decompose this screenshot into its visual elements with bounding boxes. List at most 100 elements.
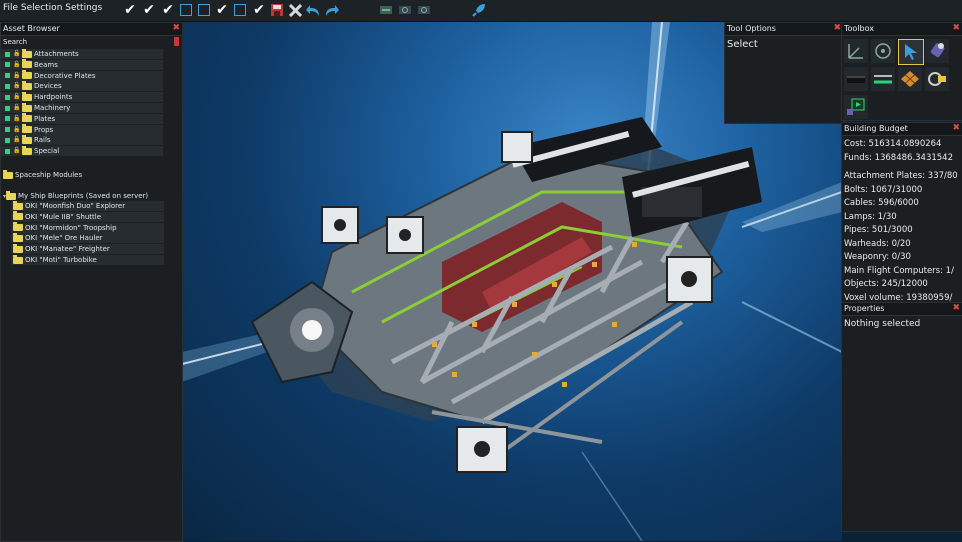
budget-line: Weaponry: 0/30 xyxy=(844,252,911,262)
lock-icon[interactable]: 🔓 xyxy=(13,61,20,68)
category-item[interactable]: 🔓 Special xyxy=(1,145,163,157)
empty-checkbox-icon[interactable] xyxy=(197,3,211,17)
category-item[interactable]: 🔓 Hardpoints xyxy=(1,91,163,103)
blueprint-item[interactable]: OKI "Manatee" Freighter xyxy=(11,243,164,255)
category-label: Beams xyxy=(34,60,58,69)
redo-icon[interactable] xyxy=(325,3,339,17)
blueprints-folder[interactable]: ▾ My Ship Blueprints (Saved on server) xyxy=(1,190,148,201)
blueprint-item[interactable]: OKI "Mormidon" Troopship xyxy=(11,222,164,233)
check-icon[interactable]: ✔ xyxy=(142,3,156,17)
delete-icon[interactable] xyxy=(288,3,302,17)
blueprint-item[interactable]: OKI "Mele" Ore Hauler xyxy=(11,232,164,244)
close-icon[interactable]: ✖ xyxy=(952,123,960,133)
launch-rocket-icon[interactable] xyxy=(472,3,486,17)
toolbox-panel: Toolbox ✖ xyxy=(841,22,962,121)
check-icon[interactable]: ✔ xyxy=(215,3,229,17)
undo-icon[interactable] xyxy=(306,3,320,17)
tool-options-value: Select xyxy=(727,39,758,50)
lock-icon[interactable]: 🔓 xyxy=(13,72,20,79)
budget-funds: Funds: 1368486.3431542 xyxy=(844,152,954,163)
budget-line: Cables: 596/6000 xyxy=(844,198,919,208)
visibility-toggle-icon[interactable] xyxy=(5,137,10,143)
close-icon[interactable]: ✖ xyxy=(833,23,841,33)
category-label: Plates xyxy=(34,114,56,123)
visibility-toggle-icon[interactable] xyxy=(5,51,10,57)
category-item[interactable]: 🔓 Plates xyxy=(1,113,163,124)
category-item[interactable]: 🔓 Rails xyxy=(1,134,163,146)
visibility-toggle-icon[interactable] xyxy=(5,105,10,111)
simulate-tool-icon[interactable] xyxy=(844,95,868,119)
empty-checkbox-icon[interactable] xyxy=(179,3,193,17)
search-field[interactable]: Search xyxy=(1,36,182,47)
category-label: Decorative Plates xyxy=(34,71,96,80)
folder-icon xyxy=(13,222,23,232)
search-scroll-indicator xyxy=(174,37,179,46)
visibility-toggle-icon[interactable] xyxy=(5,94,10,100)
select-tool-icon[interactable] xyxy=(898,39,924,65)
category-item[interactable]: 🔓 Decorative Plates xyxy=(1,70,163,81)
visibility-toggle-icon[interactable] xyxy=(5,127,10,133)
folder-icon xyxy=(22,80,32,90)
visibility-toggle-icon[interactable] xyxy=(5,116,10,122)
panel-title: Toolbox xyxy=(844,24,874,33)
grid-tool-icon[interactable] xyxy=(898,67,922,91)
category-item[interactable]: 🔓 Devices xyxy=(1,80,163,92)
blueprint-label: OKI "Mormidon" Troopship xyxy=(25,223,117,232)
lock-icon[interactable]: 🔓 xyxy=(13,94,20,100)
lock-icon[interactable]: 🔓 xyxy=(13,126,20,133)
folder-open-icon xyxy=(6,190,17,200)
visibility-toggle-icon[interactable] xyxy=(5,148,10,154)
spaceship-modules-folder[interactable]: Spaceship Modules xyxy=(1,169,82,180)
lock-icon[interactable]: 🔓 xyxy=(13,105,20,111)
paint-tool-icon[interactable] xyxy=(925,39,949,63)
lock-icon[interactable]: 🔓 xyxy=(13,51,20,57)
tool-options-panel: Tool Options ✖ Select xyxy=(724,22,844,124)
folder-icon xyxy=(22,70,32,80)
lock-icon[interactable]: 🔓 xyxy=(13,83,20,89)
budget-line: Lamps: 1/30 xyxy=(844,211,897,222)
save-icon[interactable] xyxy=(270,3,284,17)
visibility-toggle-icon[interactable] xyxy=(5,73,10,79)
folder-icon xyxy=(13,243,23,253)
building-budget-title: Building Budget ✖ xyxy=(842,123,962,136)
folder-icon xyxy=(22,134,32,144)
asset-browser-panel: Asset Browser ✖ Search 🔓 Attachments 🔓 Beam… xyxy=(0,22,183,542)
visibility-toggle-icon[interactable] xyxy=(5,83,10,89)
axes-tool-icon[interactable] xyxy=(844,39,868,63)
view-mode-2-icon[interactable] xyxy=(398,3,412,17)
check-icon[interactable]: ✔ xyxy=(123,3,137,17)
blueprint-item[interactable]: OKI "Mule IIB" Shuttle xyxy=(11,211,164,222)
check-icon[interactable]: ✔ xyxy=(161,3,175,17)
file-selection-settings-menu[interactable]: File Selection Settings xyxy=(3,3,102,13)
close-icon[interactable]: ✖ xyxy=(172,23,180,33)
lock-icon[interactable]: 🔓 xyxy=(13,137,20,143)
panel-title: Tool Options xyxy=(727,24,776,33)
category-item[interactable]: 🔓 Props xyxy=(1,124,163,135)
properties-value: Nothing selected xyxy=(844,319,921,329)
folder-icon xyxy=(13,211,23,221)
category-item[interactable]: 🔓 Beams xyxy=(1,59,163,70)
view-mode-1-icon[interactable] xyxy=(379,3,393,17)
blueprint-item[interactable]: OKI "Moti" Turbobike xyxy=(11,254,164,265)
budget-line: Warheads: 0/20 xyxy=(844,238,911,249)
category-label: Attachments xyxy=(34,50,79,58)
link-tool-icon[interactable] xyxy=(925,67,949,91)
close-icon[interactable]: ✖ xyxy=(952,303,960,313)
close-icon[interactable]: ✖ xyxy=(952,23,960,33)
visibility-toggle-icon[interactable] xyxy=(5,62,10,68)
panel-title: Building Budget xyxy=(844,124,908,133)
budget-line: Attachment Plates: 337/80 xyxy=(844,171,958,181)
lock-icon[interactable]: 🔓 xyxy=(13,115,20,122)
wire-tool-icon[interactable] xyxy=(871,67,895,91)
view-mode-3-icon[interactable] xyxy=(417,3,431,17)
empty-checkbox-icon[interactable] xyxy=(233,3,247,17)
category-item[interactable]: 🔓 Machinery xyxy=(1,102,163,113)
category-item[interactable]: 🔓 Attachments xyxy=(1,48,163,59)
lock-icon[interactable]: 🔓 xyxy=(13,148,20,154)
budget-cost: Cost: 516314.0890264 xyxy=(844,139,942,149)
plate-tool-icon[interactable] xyxy=(844,67,868,91)
check-icon[interactable]: ✔ xyxy=(252,3,266,17)
panel-title: Asset Browser xyxy=(3,24,60,33)
rotate-tool-icon[interactable] xyxy=(871,39,895,63)
blueprint-item[interactable]: OKI "Moonfish Duo" Explorer xyxy=(11,200,164,211)
